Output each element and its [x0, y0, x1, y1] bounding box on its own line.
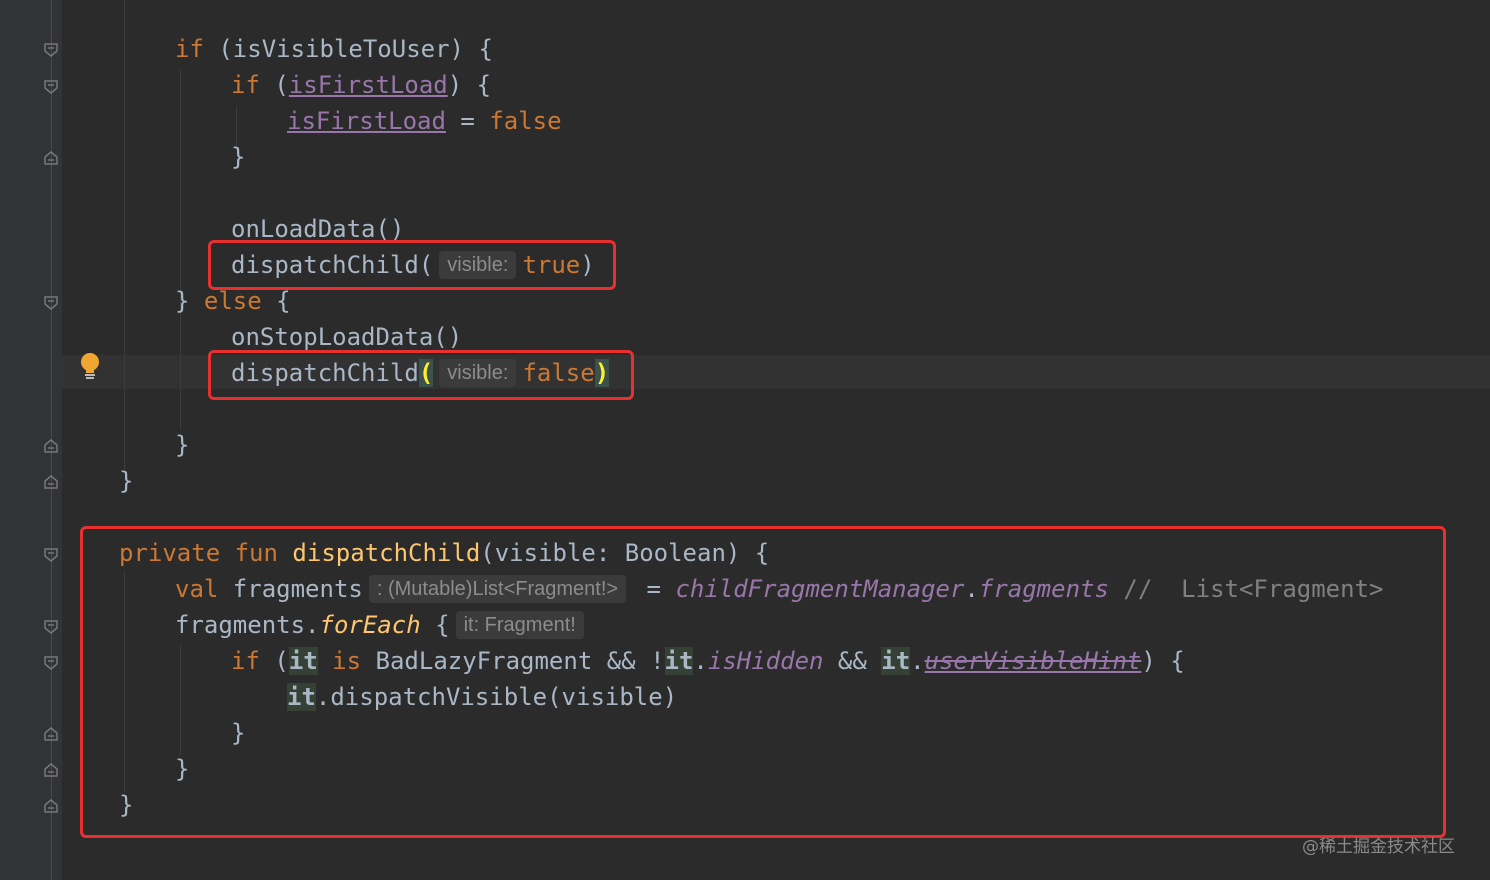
code-text: (isVisibleToUser) {: [203, 35, 493, 63]
fold-marker-icon[interactable]: [44, 80, 58, 94]
lightbulb-icon[interactable]: [78, 352, 102, 382]
code-text: =: [445, 107, 490, 135]
fold-end-icon[interactable]: [44, 475, 58, 489]
fold-end-icon[interactable]: [44, 799, 58, 813]
code-text: {: [261, 287, 291, 315]
fold-end-icon[interactable]: [44, 439, 58, 453]
keyword: else: [203, 287, 262, 315]
property-reference[interactable]: isFirstLoad: [287, 107, 446, 135]
annotation-box-function: [80, 526, 1446, 838]
code-text: onStopLoadData(): [231, 323, 463, 351]
fold-end-icon[interactable]: [44, 151, 58, 165]
fold-marker-icon[interactable]: [44, 620, 58, 634]
code-text: }: [175, 431, 190, 459]
fold-marker-icon[interactable]: [44, 296, 58, 310]
annotation-box-dispatch-false: [208, 350, 634, 400]
code-line-1[interactable]: if (isVisibleToUser) {: [175, 31, 493, 67]
code-text: onLoadData(): [231, 215, 405, 243]
watermark: @稀土掘金技术社区: [1302, 837, 1455, 857]
code-text: }: [175, 287, 204, 315]
code-line-2[interactable]: if (isFirstLoad) {: [231, 67, 491, 103]
fold-marker-icon[interactable]: [44, 43, 58, 57]
code-text: (: [259, 71, 289, 99]
annotation-box-dispatch-true: [208, 240, 616, 290]
fold-marker-icon[interactable]: [44, 548, 58, 562]
code-text: }: [231, 143, 246, 171]
indent-guide: [124, 0, 125, 470]
code-text: }: [119, 467, 134, 495]
keyword: false: [489, 107, 562, 135]
indent-guide: [180, 70, 181, 430]
fold-end-icon[interactable]: [44, 727, 58, 741]
keyword: if: [175, 35, 204, 63]
property-reference[interactable]: isFirstLoad: [289, 71, 448, 99]
code-line-3[interactable]: isFirstLoad = false: [287, 103, 562, 139]
fold-marker-icon[interactable]: [44, 656, 58, 670]
code-text: ) {: [447, 71, 492, 99]
fold-end-icon[interactable]: [44, 763, 58, 777]
code-line-11[interactable]: }: [119, 463, 133, 499]
code-line-4[interactable]: }: [231, 139, 245, 175]
keyword: if: [231, 71, 260, 99]
code-line-10[interactable]: }: [175, 427, 189, 463]
